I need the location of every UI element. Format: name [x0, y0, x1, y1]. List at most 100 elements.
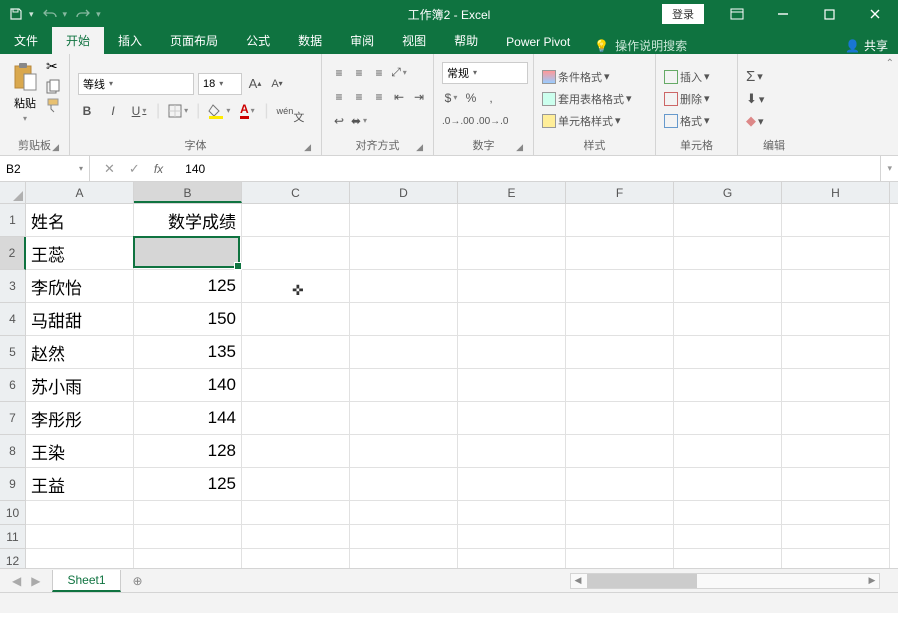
- cell[interactable]: [458, 501, 566, 525]
- row-header[interactable]: 1: [0, 204, 26, 237]
- decrease-decimal-icon[interactable]: .00→.0: [476, 112, 508, 132]
- cell[interactable]: 李欣怡: [26, 270, 134, 303]
- delete-cells-button[interactable]: 删除 ▾: [664, 91, 710, 107]
- cell[interactable]: [350, 525, 458, 549]
- tab-home[interactable]: 开始: [52, 27, 104, 54]
- cell[interactable]: [350, 303, 458, 336]
- col-header-C[interactable]: C: [242, 182, 350, 203]
- increase-decimal-icon[interactable]: .0→.00: [442, 112, 474, 132]
- worksheet-grid[interactable]: ABCDEFGH 1姓名数学成绩2王蕊1403李欣怡1254马甜甜1505赵然1…: [0, 182, 898, 568]
- collapse-ribbon-icon[interactable]: ⌃: [886, 58, 894, 69]
- cell[interactable]: [674, 336, 782, 369]
- cancel-formula-icon[interactable]: ✕: [104, 161, 115, 177]
- clear-button[interactable]: ◆ ▾: [746, 113, 764, 129]
- cell[interactable]: [566, 369, 674, 402]
- fill-button[interactable]: ⬇ ▾: [746, 91, 764, 107]
- col-header-H[interactable]: H: [782, 182, 890, 203]
- font-color-button[interactable]: A: [238, 101, 256, 121]
- sheet-tab[interactable]: Sheet1: [52, 570, 120, 592]
- cell-styles-button[interactable]: 单元格样式 ▾: [542, 113, 621, 129]
- cell[interactable]: [782, 369, 890, 402]
- cell[interactable]: [674, 369, 782, 402]
- tab-formulas[interactable]: 公式: [232, 27, 284, 54]
- cell[interactable]: [26, 501, 134, 525]
- cell[interactable]: [782, 204, 890, 237]
- col-header-D[interactable]: D: [350, 182, 458, 203]
- font-size-combo[interactable]: 18▾: [198, 73, 242, 95]
- paste-button[interactable]: 粘贴 ▾: [8, 58, 42, 126]
- cell[interactable]: [566, 237, 674, 270]
- tell-me-search[interactable]: 💡 操作说明搜索: [584, 37, 697, 54]
- align-center-icon[interactable]: ≡: [350, 87, 368, 107]
- cell[interactable]: [674, 549, 782, 568]
- row-header[interactable]: 3: [0, 270, 26, 303]
- align-top-icon[interactable]: ≡: [330, 63, 348, 83]
- cell[interactable]: [674, 270, 782, 303]
- cell[interactable]: [566, 501, 674, 525]
- phonetic-button[interactable]: wén文: [277, 101, 305, 121]
- cell[interactable]: [350, 336, 458, 369]
- dialog-launcher-icon[interactable]: ◢: [304, 142, 311, 153]
- cell[interactable]: 140: [134, 237, 242, 270]
- cell[interactable]: [458, 303, 566, 336]
- autosum-button[interactable]: Σ ▾: [746, 68, 763, 85]
- tab-file[interactable]: 文件: [0, 27, 52, 54]
- undo-icon[interactable]: [42, 6, 58, 22]
- orientation-icon[interactable]: ⤢: [390, 63, 408, 83]
- cell[interactable]: [242, 402, 350, 435]
- row-header[interactable]: 4: [0, 303, 26, 336]
- tab-insert[interactable]: 插入: [104, 27, 156, 54]
- cell[interactable]: [674, 204, 782, 237]
- cell[interactable]: [458, 402, 566, 435]
- align-middle-icon[interactable]: ≡: [350, 63, 368, 83]
- col-header-E[interactable]: E: [458, 182, 566, 203]
- cell[interactable]: [242, 501, 350, 525]
- redo-dropdown-icon[interactable]: ▾: [96, 9, 101, 20]
- underline-button[interactable]: U: [130, 101, 148, 121]
- cell[interactable]: [350, 435, 458, 468]
- ribbon-options-button[interactable]: [714, 0, 760, 28]
- expand-formula-bar-icon[interactable]: ▾: [880, 156, 898, 181]
- cell[interactable]: [350, 369, 458, 402]
- bold-button[interactable]: B: [78, 101, 96, 121]
- cell[interactable]: [134, 501, 242, 525]
- cell[interactable]: [242, 303, 350, 336]
- cell[interactable]: [566, 435, 674, 468]
- cell[interactable]: [26, 525, 134, 549]
- col-header-F[interactable]: F: [566, 182, 674, 203]
- tab-help[interactable]: 帮助: [440, 27, 492, 54]
- select-all-button[interactable]: [0, 182, 26, 203]
- dialog-launcher-icon[interactable]: ◢: [516, 142, 523, 153]
- cell[interactable]: [350, 237, 458, 270]
- cell[interactable]: [782, 549, 890, 568]
- cell[interactable]: [458, 336, 566, 369]
- insert-cells-button[interactable]: 插入 ▾: [664, 69, 710, 85]
- undo-dropdown-icon[interactable]: ▾: [63, 9, 68, 20]
- cell[interactable]: [782, 336, 890, 369]
- cell[interactable]: 赵然: [26, 336, 134, 369]
- indent-right-icon[interactable]: ⇥: [410, 87, 428, 107]
- cell[interactable]: [350, 402, 458, 435]
- dialog-launcher-icon[interactable]: ◢: [416, 142, 423, 153]
- increase-font-icon[interactable]: A▴: [246, 74, 264, 94]
- merge-button[interactable]: ⬌: [350, 111, 368, 131]
- cell[interactable]: [350, 204, 458, 237]
- close-button[interactable]: [852, 0, 898, 28]
- cell[interactable]: 苏小雨: [26, 369, 134, 402]
- cell[interactable]: [242, 237, 350, 270]
- cell[interactable]: [350, 270, 458, 303]
- cell[interactable]: [674, 237, 782, 270]
- cell[interactable]: [458, 435, 566, 468]
- col-header-A[interactable]: A: [26, 182, 134, 203]
- decrease-font-icon[interactable]: A▾: [268, 74, 286, 94]
- italic-button[interactable]: I: [104, 101, 122, 121]
- cell[interactable]: [782, 270, 890, 303]
- cell[interactable]: [458, 468, 566, 501]
- cell[interactable]: 140: [134, 369, 242, 402]
- scrollbar-thumb[interactable]: [587, 574, 697, 588]
- copy-icon[interactable]: [46, 79, 61, 94]
- percent-icon[interactable]: %: [462, 88, 480, 108]
- cut-icon[interactable]: ✂: [46, 58, 61, 75]
- cell[interactable]: [458, 549, 566, 568]
- cell[interactable]: [242, 435, 350, 468]
